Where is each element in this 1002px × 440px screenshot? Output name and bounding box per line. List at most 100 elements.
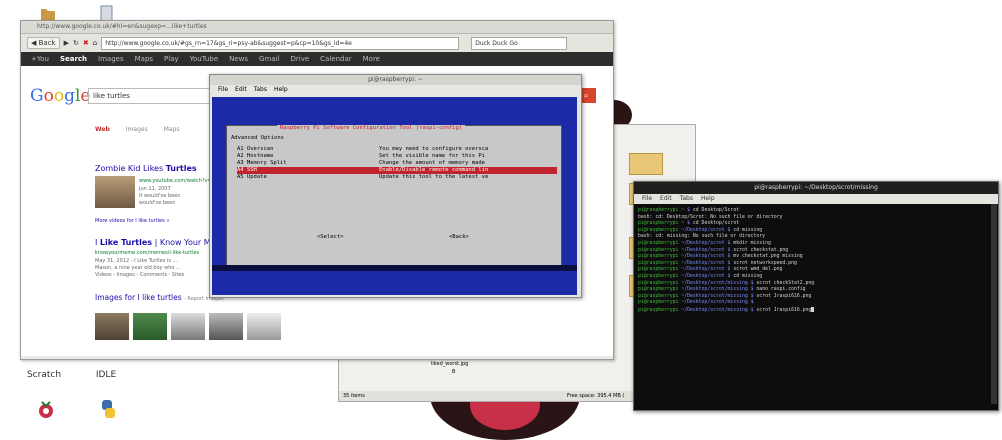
command-text: bash: cd: missing: No such file or direc… <box>638 234 766 240</box>
image-thumbnail[interactable] <box>209 313 243 340</box>
terminal-line: pi@raspberrypi ~/Desktop/scrot $ cd miss… <box>638 274 762 280</box>
forward-icon[interactable]: ▶ <box>64 39 69 47</box>
gbar-images[interactable]: Images <box>98 55 124 63</box>
terminal-line: pi@raspberrypi ~/Desktop/scrot $ scrot w… <box>638 267 782 273</box>
gbar-search[interactable]: Search <box>60 55 87 63</box>
menu-file[interactable]: File <box>642 194 652 204</box>
prompt-user: pi@raspberrypi <box>638 274 679 279</box>
gbar-news[interactable]: News <box>229 55 248 63</box>
option-key: A3 Memory Split <box>237 160 287 166</box>
raspi-config-window[interactable]: pi@raspberrypi: ~ File Edit Tabs Help Ra… <box>209 74 582 298</box>
command-text: mv checkstat.png missing <box>733 254 803 260</box>
option-update[interactable]: A5 Update Update this tool to the latest … <box>237 174 557 181</box>
command-text: scrot Jraspi616.png <box>756 308 812 313</box>
filter-images[interactable]: Images <box>126 126 148 133</box>
filter-web[interactable]: Web <box>95 126 110 133</box>
google-logo[interactable]: Google <box>30 86 90 106</box>
gbar-plus-you[interactable]: +You <box>31 55 49 63</box>
prompt-dir: ~/Desktop/scrot $ <box>678 227 734 233</box>
result-snippet: would've been <box>139 200 176 206</box>
prompt-user: pi@raspberrypi <box>638 308 679 313</box>
image-thumbnail[interactable] <box>247 313 281 340</box>
gbar-play[interactable]: Play <box>164 55 179 63</box>
prompt-user: pi@raspberrypi <box>638 241 679 246</box>
search-input[interactable]: like turtles <box>88 88 214 104</box>
prompt-dir: ~/Desktop/scrot $ <box>678 241 734 246</box>
result-title-link[interactable]: Zombie Kid Likes Turtles <box>95 164 197 173</box>
stop-icon[interactable]: ✖ <box>83 39 89 47</box>
navigation-toolbar: ◀ Back ▶ ↻ ✖ ⌂ http://www.google.co.uk/#… <box>21 34 613 52</box>
select-button[interactable]: <Select> <box>317 234 344 240</box>
prompt-dir: ~/Desktop/scrot $ <box>678 274 734 279</box>
prompt-user: pi@raspberrypi <box>638 300 679 306</box>
menu-help[interactable]: Help <box>701 194 715 204</box>
terminal-line: pi@raspberrypi ~ $ cd Desktop/Scrot <box>638 208 739 214</box>
filter-maps[interactable]: Maps <box>164 126 180 133</box>
option-desc: Enable/Disable remote command lin <box>379 167 489 173</box>
terminal-window[interactable]: pi@raspberrypi: ~/Desktop/scrot/missing … <box>633 181 999 411</box>
option-memory-split[interactable]: A3 Memory Split Change the amount of memo… <box>237 160 557 167</box>
folder-thumb-icon[interactable] <box>629 153 663 175</box>
raspberry-icon[interactable] <box>26 398 66 423</box>
command-text: cd missing <box>733 274 763 279</box>
menu-edit[interactable]: Edit <box>660 194 672 204</box>
gbar-drive[interactable]: Drive <box>290 55 309 63</box>
gbar-gmail[interactable]: Gmail <box>259 55 279 63</box>
file-label: liked_worst.jpg <box>431 361 469 367</box>
result-title-highlight: Turtles <box>165 164 197 173</box>
image-thumbnail[interactable] <box>171 313 205 340</box>
image-thumbnail[interactable] <box>95 313 129 340</box>
gbar-maps[interactable]: Maps <box>135 55 153 63</box>
image-thumbnail[interactable] <box>133 313 167 340</box>
terminal-background: Raspberry Pi Software Configuration Tool… <box>212 97 577 295</box>
prompt-user: pi@raspberrypi <box>638 247 679 253</box>
file-sub: B <box>452 369 456 375</box>
command-text: scrot networkspeed.png <box>733 260 797 266</box>
command-text: nano raspi.config <box>756 287 806 293</box>
menu-edit[interactable]: Edit <box>235 85 247 95</box>
search-engine-label: Duck Duck Go <box>475 39 518 47</box>
menu-file[interactable]: File <box>218 85 228 95</box>
menu-tabs[interactable]: Tabs <box>680 194 693 204</box>
terminal-line: pi@raspberrypi ~/Desktop/scrot $ scrot c… <box>638 248 788 254</box>
reload-icon[interactable]: ↻ <box>73 39 79 47</box>
prompt-user: pi@raspberrypi <box>638 254 679 260</box>
url-input[interactable]: http://www.google.co.uk/#gs_rn=17&gs_ri=… <box>101 36 460 50</box>
more-videos-link[interactable]: More videos for I like turtles » <box>95 218 169 225</box>
gbar-calendar[interactable]: Calendar <box>320 55 351 63</box>
home-icon[interactable]: ⌂ <box>93 39 97 47</box>
back-button[interactable]: ◀ Back <box>27 37 60 49</box>
menu-bar: File Edit Tabs Help <box>210 85 581 95</box>
python-icon[interactable] <box>88 398 128 423</box>
prompt-dir: ~ $ <box>678 221 693 227</box>
terminal-line: pi@raspberrypi ~/Desktop/scrot/missing $… <box>638 287 806 293</box>
option-key: A2 Hostname <box>237 153 274 159</box>
search-icon: ⌕ <box>583 91 589 100</box>
scrollbar[interactable] <box>991 204 997 404</box>
prompt-dir: ~/Desktop/scrot/missing $ <box>678 280 757 286</box>
option-ssh[interactable]: A4 SSH Enable/Disable remote command lin <box>237 167 557 174</box>
result-title-text: Zombie Kid Likes <box>95 164 166 173</box>
result-snippet: Jun 11, 2007 <box>139 186 171 192</box>
menu-help[interactable]: Help <box>274 85 288 95</box>
back-button[interactable]: <Back> <box>449 234 469 240</box>
option-desc: You may need to configure oversca <box>379 146 489 152</box>
search-engine-input[interactable]: Duck Duck Go <box>471 36 568 50</box>
prompt-user: pi@raspberrypi <box>638 293 679 299</box>
dialog-subtitle: Advanced Options <box>231 135 284 141</box>
menu-tabs[interactable]: Tabs <box>254 85 267 95</box>
command-text: mkdir missing <box>733 241 771 246</box>
video-thumbnail[interactable] <box>95 176 135 208</box>
gbar-more[interactable]: More <box>363 55 380 63</box>
config-dialog: Raspberry Pi Software Configuration Tool… <box>226 125 562 271</box>
desktop-scratch-icon[interactable]: Scratch <box>24 358 64 380</box>
images-for-link[interactable]: Images for I like turtles - Report image… <box>95 293 224 302</box>
desktop-idle-icon[interactable]: IDLE <box>86 358 126 380</box>
terminal-line: bash: cd: Desktop/Scrot: No such file or… <box>638 215 782 221</box>
terminal-line: bash: cd: missing: No such file or direc… <box>638 234 765 240</box>
option-hostname[interactable]: A2 Hostname Set the visible name for this… <box>237 153 557 160</box>
command-text: cd missing <box>733 227 763 233</box>
option-overscan[interactable]: A1 Overscan You may need to configure ove… <box>237 146 557 153</box>
gbar-youtube[interactable]: YouTube <box>190 55 218 63</box>
terminal-shadow <box>212 265 577 271</box>
